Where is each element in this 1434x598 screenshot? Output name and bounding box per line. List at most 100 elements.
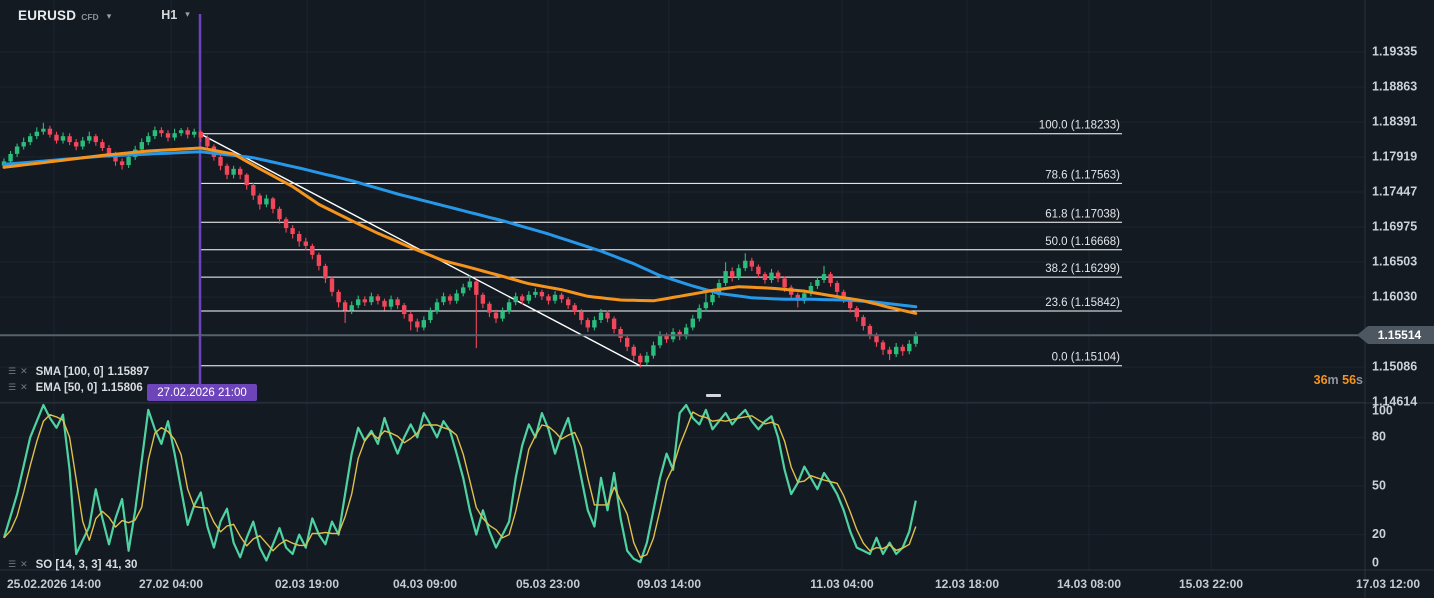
candle-body <box>500 311 504 318</box>
marker-datetime-label: 27.02.2026 21:00 <box>147 384 257 401</box>
price-tick-label: 1.17919 <box>1372 149 1417 163</box>
candle-body <box>520 296 524 300</box>
price-tick-label: 1.18863 <box>1372 79 1417 93</box>
candle-body <box>881 342 885 349</box>
market-type-badge: CFD <box>81 12 98 22</box>
stoch-tick-label: 80 <box>1372 430 1386 444</box>
sma-100-line <box>4 152 916 307</box>
stoch-tick-label: 0 <box>1372 555 1379 569</box>
candle-body <box>914 335 918 344</box>
candle-body <box>67 136 71 142</box>
candle-body <box>258 196 262 205</box>
current-price-tag: 1.15514 <box>1357 326 1434 344</box>
candlestick-layer <box>2 123 918 368</box>
indicator-close-icon[interactable]: ✕ <box>20 367 28 376</box>
time-axis[interactable]: 25.02.2026 14:0027.02 04:0002.03 19:0004… <box>7 577 1420 591</box>
candle-body <box>245 175 249 185</box>
fib-level-label: 0.0 (1.15104) <box>1052 352 1121 364</box>
candle-body <box>592 320 596 327</box>
timeframe-selector[interactable]: H1 ▾ <box>161 8 190 22</box>
chevron-down-icon: ▾ <box>107 11 112 22</box>
time-tick-label: 12.03 18:00 <box>935 577 999 591</box>
candle-body <box>402 305 406 314</box>
price-tick-label: 1.18391 <box>1372 114 1417 128</box>
candle-body <box>618 329 622 338</box>
candle-body <box>87 136 91 140</box>
candle-body <box>422 320 426 327</box>
candle-body <box>599 313 603 320</box>
candle-body <box>323 266 327 279</box>
indicator-legend-so: ☰ ✕ SO [14, 3, 3] 41, 30 <box>8 557 137 572</box>
candle-body <box>251 185 255 195</box>
candle-body <box>907 344 911 351</box>
ema-50-line <box>4 148 916 313</box>
time-tick-label: 11.03 04:00 <box>810 577 874 591</box>
candle-countdown-timer: 36m 56s <box>1243 373 1363 387</box>
candle-body <box>697 308 701 318</box>
chart-canvas[interactable]: 100.0 (1.18233)78.6 (1.17563)61.8 (1.170… <box>0 0 1434 598</box>
candle-body <box>658 335 662 345</box>
fib-level-label: 100.0 (1.18233) <box>1039 120 1120 132</box>
time-tick-label: 25.02.2026 14:00 <box>7 577 101 591</box>
indicator-name: SO [14, 3, 3] <box>36 559 102 571</box>
indicator-close-icon[interactable]: ✕ <box>20 383 28 392</box>
symbol-label: EURUSD <box>18 8 76 23</box>
candle-body <box>546 296 550 300</box>
candle-body <box>218 157 222 166</box>
candle-body <box>48 129 52 135</box>
indicator-name: EMA [50, 0] <box>36 382 98 394</box>
candle-body <box>894 347 898 354</box>
pane-resize-handle[interactable] <box>706 394 721 397</box>
candle-body <box>126 157 130 165</box>
candle-body <box>887 350 891 354</box>
candle-body <box>369 296 373 302</box>
fib-level-label: 23.6 (1.15842) <box>1045 297 1120 309</box>
candle-body <box>573 305 577 311</box>
candle-body <box>507 302 511 311</box>
candle-body <box>172 133 176 137</box>
candle-body <box>350 305 354 310</box>
timeframe-label: H1 <box>161 8 177 22</box>
candle-body <box>409 314 413 321</box>
time-tick-label: 14.03 08:00 <box>1057 577 1121 591</box>
candle-body <box>28 136 32 142</box>
candle-body <box>336 292 340 302</box>
price-tick-label: 1.16975 <box>1372 219 1417 233</box>
indicator-settings-icon[interactable]: ☰ <box>8 383 16 392</box>
candle-body <box>153 130 157 136</box>
candle-body <box>566 299 570 305</box>
indicator-name: SMA [100, 0] <box>36 366 104 378</box>
candle-body <box>389 299 393 306</box>
fib-level-label: 50.0 (1.16668) <box>1045 236 1120 248</box>
time-tick-label: 09.03 14:00 <box>637 577 701 591</box>
price-axis[interactable]: 1.193351.188631.183911.179191.174471.169… <box>1372 44 1417 569</box>
candle-body <box>494 313 498 319</box>
candle-body <box>723 271 727 283</box>
candle-body <box>645 356 649 363</box>
candle-body <box>750 261 754 267</box>
candle-body <box>868 326 872 335</box>
candle-body <box>264 199 268 205</box>
candle-body <box>428 311 432 320</box>
candle-body <box>514 296 518 302</box>
indicator-close-icon[interactable]: ✕ <box>20 560 28 569</box>
candle-body <box>638 356 642 363</box>
indicator-settings-icon[interactable]: ☰ <box>8 560 16 569</box>
candle-body <box>861 317 865 326</box>
candle-body <box>769 273 773 280</box>
candle-body <box>290 228 294 234</box>
candle-body <box>527 295 531 301</box>
candle-body <box>231 169 235 175</box>
candle-body <box>691 319 695 328</box>
candle-body <box>540 292 544 296</box>
candle-body <box>651 345 655 355</box>
indicator-settings-icon[interactable]: ☰ <box>8 367 16 376</box>
symbol-selector[interactable]: EURUSD CFD ▾ <box>18 8 111 23</box>
chevron-down-icon: ▾ <box>185 9 190 20</box>
candle-body <box>625 338 629 347</box>
candle-body <box>179 130 183 133</box>
candle-body <box>81 141 85 147</box>
candle-body <box>461 287 465 293</box>
candle-body <box>100 142 104 148</box>
candle-body <box>61 136 65 140</box>
